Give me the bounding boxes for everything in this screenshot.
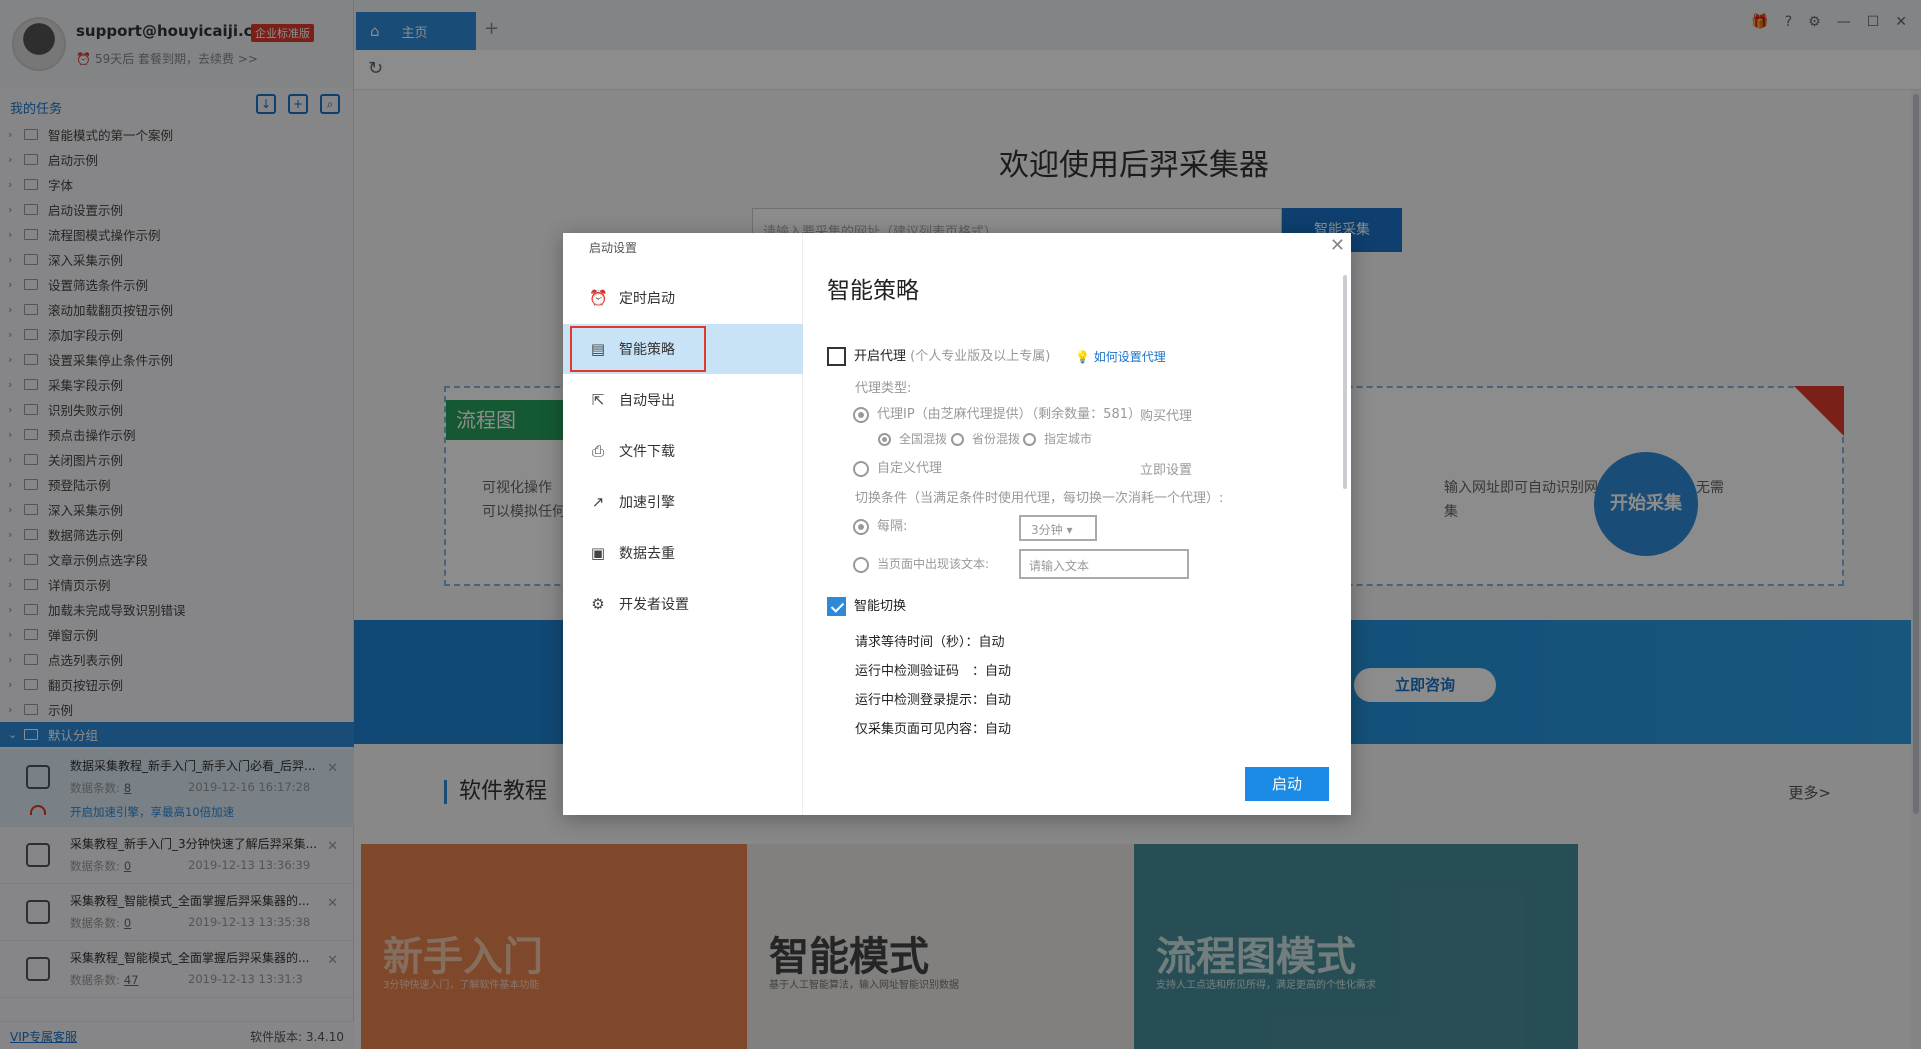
option-label: 省份混拨 [972,432,1021,446]
chevron-down-icon: ▾ [1066,523,1073,537]
option-label: 全国混拨 [899,432,948,446]
proxy-type-label: 代理类型: [855,381,912,396]
dialog-nav: 启动设置 ⏰ 定时启动 ▤ 智能策略 ⇱ 自动导出 ⎙ 文件下载 ↗ 加速引擎 ▣ 数据去重… [563,233,803,815]
visible-only-setting: 仅采集页面可见内容：自动 [855,722,1012,737]
custom-proxy-label: 自定义代理 [877,461,943,476]
proxy-label: 开启代理 [854,349,907,364]
wait-time-setting: 请求等待时间（秒）：自动 [855,635,1005,650]
nav-accelerator[interactable]: ↗ 加速引擎 [563,477,803,527]
every-label: 每隔: [877,519,908,534]
nav-file-download[interactable]: ⎙ 文件下载 [563,426,803,476]
nav-label: 文件下载 [619,444,675,460]
switch-condition-label: 切换条件（当满足条件时使用代理，每切换一次消耗一个代理）: [855,491,1224,506]
mixed-province-radio[interactable] [951,433,964,446]
nav-label: 数据去重 [619,546,675,562]
proxy-ip-label: 代理IP（由芝麻代理提供）（剩余数量：581） [877,407,1141,422]
proxy-row: 开启代理 (个人专业版及以上专属) [827,345,1050,366]
dialog-title: 启动设置 [589,241,638,255]
file-download-icon: ⎙ [591,442,604,460]
dialog-scrollbar[interactable] [1343,275,1347,489]
section-heading: 智能策略 [827,278,919,304]
login-prompt-setting: 运行中检测登录提示：自动 [855,693,1012,708]
proxy-note: (个人专业版及以上专属) [910,349,1051,364]
mixed-all-radio[interactable] [878,433,891,446]
nav-scheduled-start[interactable]: ⏰ 定时启动 [563,273,803,323]
set-now-link[interactable]: 立即设置 [1140,459,1192,478]
smart-switch-row: 智能切换 [827,595,906,616]
highlight-box [570,326,706,372]
option-city[interactable]: 指定城市 [1023,430,1092,447]
on-text-option[interactable]: 当页面中出现该文本: [853,555,989,573]
alarm-clock-icon: ⏰ [589,289,608,307]
interval-value: 3分钟 [1031,523,1063,537]
proxy-help-label: 如何设置代理 [1093,350,1166,364]
proxy-checkbox[interactable] [827,347,846,366]
bulb-icon: 💡 [1075,350,1090,364]
nav-label: 自动导出 [619,393,675,409]
city-radio[interactable] [1023,433,1036,446]
nav-label: 定时启动 [619,291,675,307]
custom-proxy-radio[interactable] [853,460,869,477]
export-icon: ⇱ [591,391,605,409]
proxy-ip-option[interactable]: 代理IP（由芝麻代理提供）（剩余数量：581） [853,403,1141,423]
proxy-help-link[interactable]: 💡 如何设置代理 [1075,348,1166,365]
nav-dedupe[interactable]: ▣ 数据去重 [563,528,803,578]
proxy-ip-radio[interactable] [853,406,869,423]
option-mixed-province[interactable]: 省份混拨 [951,430,1020,447]
nav-developer-settings[interactable]: ⚙ 开发者设置 [563,579,803,629]
dialog-content: 智能策略 开启代理 (个人专业版及以上专属) 💡 如何设置代理 代理类型: 代理… [803,233,1351,815]
every-option[interactable]: 每隔: [853,515,907,535]
custom-proxy-option[interactable]: 自定义代理 [853,457,942,477]
trigger-text-input[interactable]: 请输入文本 [1019,549,1189,579]
buy-proxy-link[interactable]: 购买代理 [1140,405,1192,424]
chart-icon: ↗ [591,493,605,511]
launch-settings-dialog: 启动设置 ⏰ 定时启动 ▤ 智能策略 ⇱ 自动导出 ⎙ 文件下载 ↗ 加速引擎 ▣ 数据去重… [563,233,1351,815]
gear-icon: ⚙ [591,595,605,613]
every-radio[interactable] [853,518,869,535]
nav-auto-export[interactable]: ⇱ 自动导出 [563,375,803,425]
on-text-label: 当页面中出现该文本: [877,557,990,571]
interval-dropdown[interactable]: 3分钟 ▾ [1019,515,1097,541]
app-window: support@houyicaiji.c... 企业标准版 ⏰ 59天后 套餐到期… [0,0,1921,1049]
captcha-setting: 运行中检测验证码 ：自动 [855,664,1012,679]
on-text-radio[interactable] [853,556,869,573]
dedupe-icon: ▣ [590,544,606,562]
nav-label: 开发者设置 [619,597,689,613]
smart-switch-label: 智能切换 [854,599,907,614]
option-mixed-all[interactable]: 全国混拨 [878,430,947,447]
launch-button[interactable]: 启动 [1245,767,1329,801]
smart-switch-checkbox[interactable] [827,597,846,616]
option-label: 指定城市 [1044,432,1093,446]
nav-label: 加速引擎 [619,495,675,511]
